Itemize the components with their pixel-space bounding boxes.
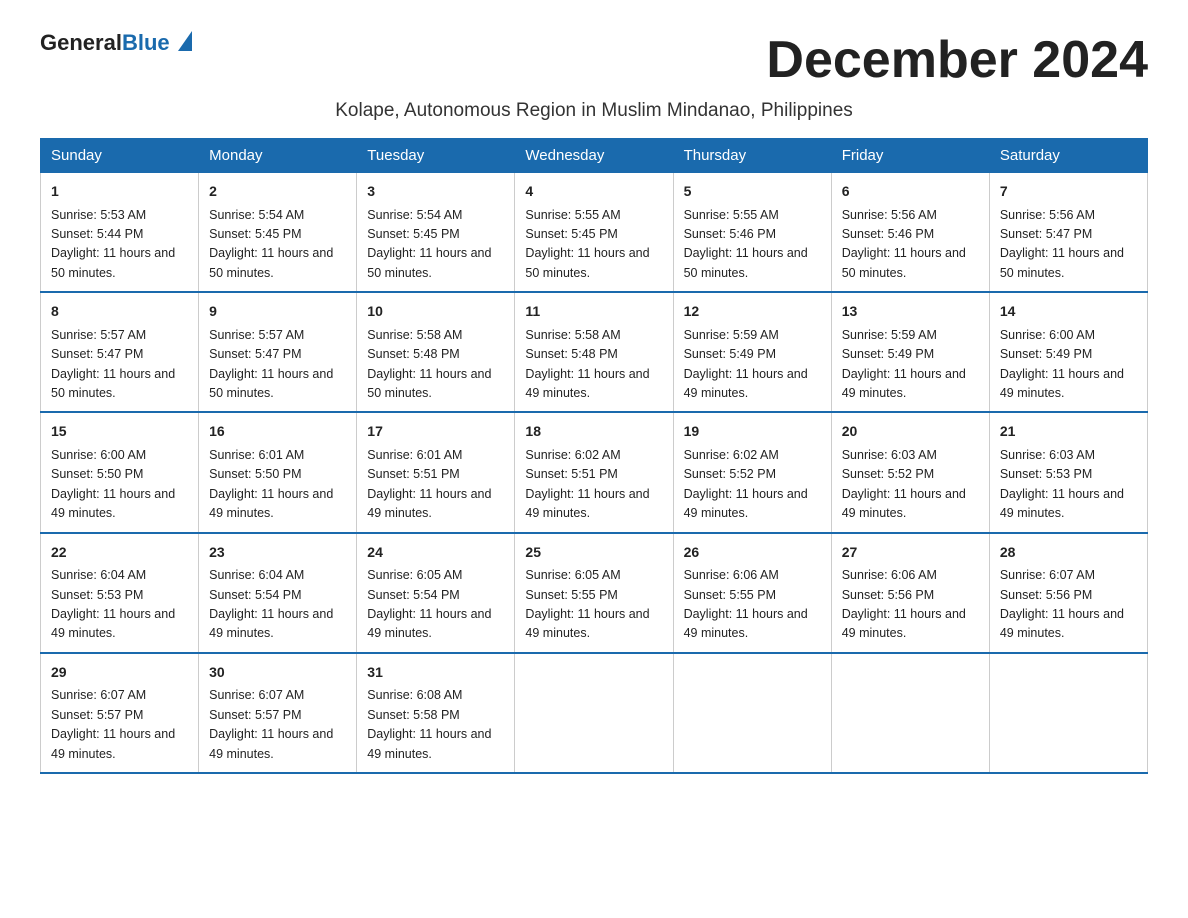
day-number: 1 [51,181,188,203]
day-number: 21 [1000,421,1137,443]
day-number: 4 [525,181,662,203]
calendar-cell [831,653,989,773]
day-number: 17 [367,421,504,443]
calendar-cell: 16Sunrise: 6:01 AMSunset: 5:50 PMDayligh… [199,412,357,532]
calendar-cell: 17Sunrise: 6:01 AMSunset: 5:51 PMDayligh… [357,412,515,532]
week-row-1: 1Sunrise: 5:53 AMSunset: 5:44 PMDaylight… [41,173,1148,293]
calendar-cell: 6Sunrise: 5:56 AMSunset: 5:46 PMDaylight… [831,173,989,293]
calendar-cell [673,653,831,773]
week-row-2: 8Sunrise: 5:57 AMSunset: 5:47 PMDaylight… [41,292,1148,412]
header-friday: Friday [831,139,989,173]
day-number: 19 [684,421,821,443]
calendar-cell: 4Sunrise: 5:55 AMSunset: 5:45 PMDaylight… [515,173,673,293]
calendar-cell: 22Sunrise: 6:04 AMSunset: 5:53 PMDayligh… [41,533,199,653]
calendar-header: Sunday Monday Tuesday Wednesday Thursday… [41,139,1148,173]
calendar-cell: 24Sunrise: 6:05 AMSunset: 5:54 PMDayligh… [357,533,515,653]
month-title: December 2024 [766,30,1148,90]
header-sunday: Sunday [41,139,199,173]
calendar-table: Sunday Monday Tuesday Wednesday Thursday… [40,138,1148,774]
calendar-cell: 18Sunrise: 6:02 AMSunset: 5:51 PMDayligh… [515,412,673,532]
logo-triangle-icon [178,31,192,51]
week-row-5: 29Sunrise: 6:07 AMSunset: 5:57 PMDayligh… [41,653,1148,773]
day-number: 25 [525,542,662,564]
day-number: 3 [367,181,504,203]
calendar-cell: 15Sunrise: 6:00 AMSunset: 5:50 PMDayligh… [41,412,199,532]
header: GeneralBlue December 2024 [40,30,1148,90]
week-row-3: 15Sunrise: 6:00 AMSunset: 5:50 PMDayligh… [41,412,1148,532]
day-number: 8 [51,301,188,323]
calendar-cell: 12Sunrise: 5:59 AMSunset: 5:49 PMDayligh… [673,292,831,412]
day-number: 23 [209,542,346,564]
day-number: 5 [684,181,821,203]
calendar-cell: 25Sunrise: 6:05 AMSunset: 5:55 PMDayligh… [515,533,673,653]
week-row-4: 22Sunrise: 6:04 AMSunset: 5:53 PMDayligh… [41,533,1148,653]
calendar-cell: 10Sunrise: 5:58 AMSunset: 5:48 PMDayligh… [357,292,515,412]
day-number: 15 [51,421,188,443]
calendar-cell: 23Sunrise: 6:04 AMSunset: 5:54 PMDayligh… [199,533,357,653]
day-number: 22 [51,542,188,564]
day-number: 27 [842,542,979,564]
calendar-cell: 30Sunrise: 6:07 AMSunset: 5:57 PMDayligh… [199,653,357,773]
calendar-cell: 27Sunrise: 6:06 AMSunset: 5:56 PMDayligh… [831,533,989,653]
calendar-cell: 21Sunrise: 6:03 AMSunset: 5:53 PMDayligh… [989,412,1147,532]
calendar-cell: 31Sunrise: 6:08 AMSunset: 5:58 PMDayligh… [357,653,515,773]
calendar-cell: 7Sunrise: 5:56 AMSunset: 5:47 PMDaylight… [989,173,1147,293]
day-number: 7 [1000,181,1137,203]
calendar-cell: 8Sunrise: 5:57 AMSunset: 5:47 PMDaylight… [41,292,199,412]
calendar-cell: 20Sunrise: 6:03 AMSunset: 5:52 PMDayligh… [831,412,989,532]
calendar-body: 1Sunrise: 5:53 AMSunset: 5:44 PMDaylight… [41,173,1148,773]
calendar-cell: 28Sunrise: 6:07 AMSunset: 5:56 PMDayligh… [989,533,1147,653]
day-number: 30 [209,662,346,684]
header-saturday: Saturday [989,139,1147,173]
day-number: 12 [684,301,821,323]
calendar-cell: 5Sunrise: 5:55 AMSunset: 5:46 PMDaylight… [673,173,831,293]
calendar-cell: 3Sunrise: 5:54 AMSunset: 5:45 PMDaylight… [357,173,515,293]
day-number: 9 [209,301,346,323]
calendar-cell: 13Sunrise: 5:59 AMSunset: 5:49 PMDayligh… [831,292,989,412]
header-monday: Monday [199,139,357,173]
days-of-week-row: Sunday Monday Tuesday Wednesday Thursday… [41,139,1148,173]
calendar-cell: 29Sunrise: 6:07 AMSunset: 5:57 PMDayligh… [41,653,199,773]
day-number: 28 [1000,542,1137,564]
calendar-cell: 2Sunrise: 5:54 AMSunset: 5:45 PMDaylight… [199,173,357,293]
calendar-cell [515,653,673,773]
day-number: 11 [525,301,662,323]
day-number: 6 [842,181,979,203]
header-thursday: Thursday [673,139,831,173]
calendar-cell: 26Sunrise: 6:06 AMSunset: 5:55 PMDayligh… [673,533,831,653]
day-number: 14 [1000,301,1137,323]
calendar-cell: 19Sunrise: 6:02 AMSunset: 5:52 PMDayligh… [673,412,831,532]
day-number: 24 [367,542,504,564]
day-number: 26 [684,542,821,564]
logo-blue-text: Blue [122,30,170,55]
day-number: 16 [209,421,346,443]
header-wednesday: Wednesday [515,139,673,173]
calendar-cell: 1Sunrise: 5:53 AMSunset: 5:44 PMDaylight… [41,173,199,293]
day-number: 20 [842,421,979,443]
calendar-cell [989,653,1147,773]
logo: GeneralBlue [40,30,192,56]
calendar-cell: 9Sunrise: 5:57 AMSunset: 5:47 PMDaylight… [199,292,357,412]
logo-general-text: General [40,30,122,55]
day-number: 2 [209,181,346,203]
calendar-cell: 14Sunrise: 6:00 AMSunset: 5:49 PMDayligh… [989,292,1147,412]
day-number: 18 [525,421,662,443]
subtitle: Kolape, Autonomous Region in Muslim Mind… [40,100,1148,122]
day-number: 31 [367,662,504,684]
header-tuesday: Tuesday [357,139,515,173]
day-number: 10 [367,301,504,323]
day-number: 13 [842,301,979,323]
day-number: 29 [51,662,188,684]
calendar-cell: 11Sunrise: 5:58 AMSunset: 5:48 PMDayligh… [515,292,673,412]
